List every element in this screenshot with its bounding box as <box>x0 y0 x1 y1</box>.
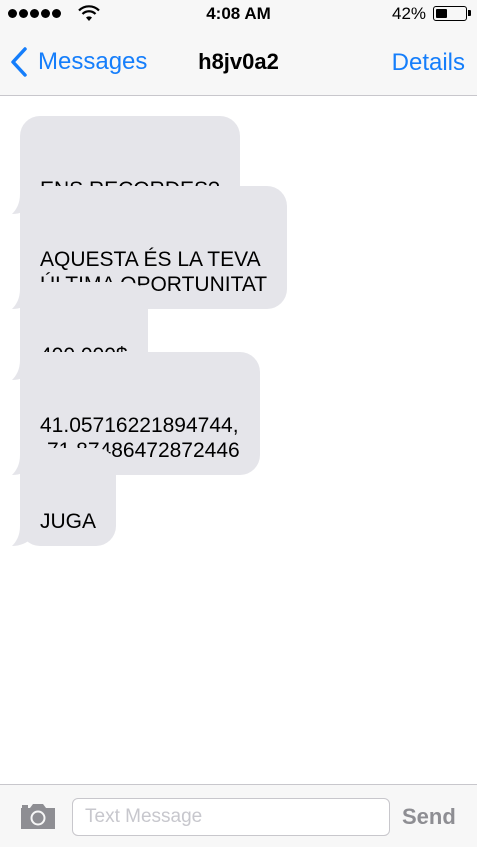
message-row: JUGA <box>12 448 117 546</box>
bubble-tail <box>12 526 32 546</box>
details-button[interactable]: Details <box>392 49 465 77</box>
input-bar: Send <box>0 784 477 847</box>
message-text: JUGA <box>40 510 97 533</box>
back-button[interactable]: Messages <box>8 46 147 78</box>
chevron-left-icon <box>11 47 27 77</box>
conversation[interactable]: ENS RECORDES? AQUESTA ÉS LA TEVA ÚLTIMA … <box>0 96 477 784</box>
message-input[interactable] <box>72 798 390 836</box>
battery-level <box>436 9 448 18</box>
message-bubble[interactable]: JUGA <box>12 448 117 546</box>
camera-icon[interactable] <box>18 801 58 831</box>
back-label: Messages <box>38 48 148 75</box>
nav-bar: Messages h8jv0a2 Details <box>0 28 477 96</box>
status-bar: 4:08 AM 42% <box>0 0 477 28</box>
battery-percent: 42% <box>392 4 427 23</box>
battery-cap <box>468 10 471 16</box>
send-button[interactable]: Send <box>402 804 456 830</box>
battery-icon <box>433 6 467 21</box>
